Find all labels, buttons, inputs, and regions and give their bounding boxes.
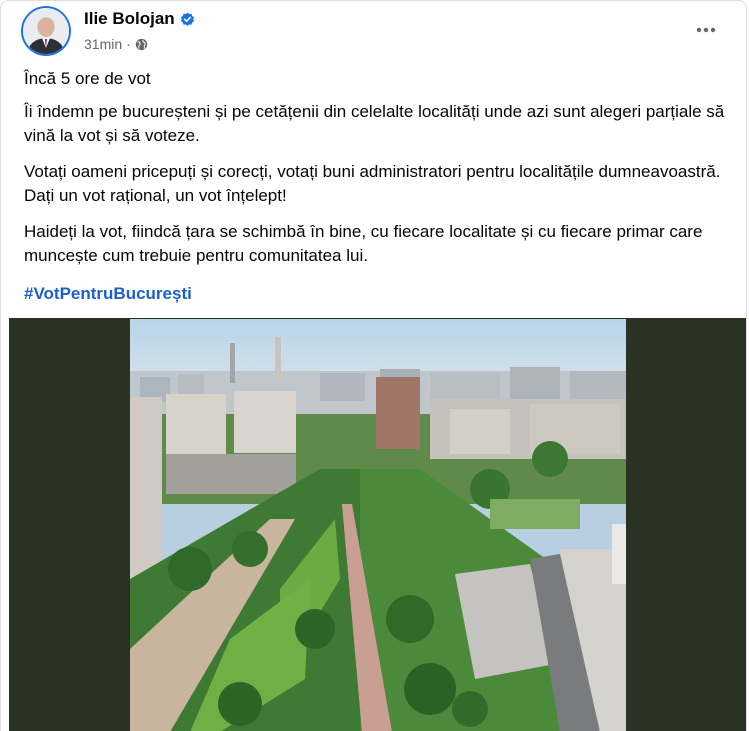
hashtag-link[interactable]: #VotPentruBucurești xyxy=(24,282,192,306)
post-paragraph: Votați oameni pricepuți și corecți, vota… xyxy=(24,162,721,205)
post-photo[interactable] xyxy=(130,319,626,731)
author-row: Ilie Bolojan xyxy=(84,9,195,29)
post-card: Ilie Bolojan 31min · Încă 5 ore de vot Î… xyxy=(0,0,747,731)
more-options-button[interactable] xyxy=(694,18,718,42)
more-options-icon xyxy=(696,27,716,33)
post-media[interactable] xyxy=(9,318,746,731)
post-meta: 31min · xyxy=(84,36,148,52)
globe-icon[interactable] xyxy=(135,38,148,51)
post-paragraph: Încă 5 ore de vot xyxy=(24,69,151,88)
author-name[interactable]: Ilie Bolojan xyxy=(84,9,175,29)
verified-badge-icon xyxy=(180,12,195,27)
avatar-portrait-icon xyxy=(23,8,69,54)
park-aerial-photo xyxy=(130,319,626,731)
post-paragraph: Îi îndemn pe bucureșteni și pe cetățenii… xyxy=(24,102,725,145)
post-header: Ilie Bolojan 31min · xyxy=(23,8,730,58)
post-paragraph: Haideți la vot, fiindcă țara se schimbă … xyxy=(24,222,703,265)
post-timestamp[interactable]: 31min xyxy=(84,36,122,52)
avatar[interactable] xyxy=(23,8,69,54)
post-text: Încă 5 ore de vot Îi îndemn pe bucurește… xyxy=(24,67,732,306)
meta-separator: · xyxy=(126,36,131,52)
